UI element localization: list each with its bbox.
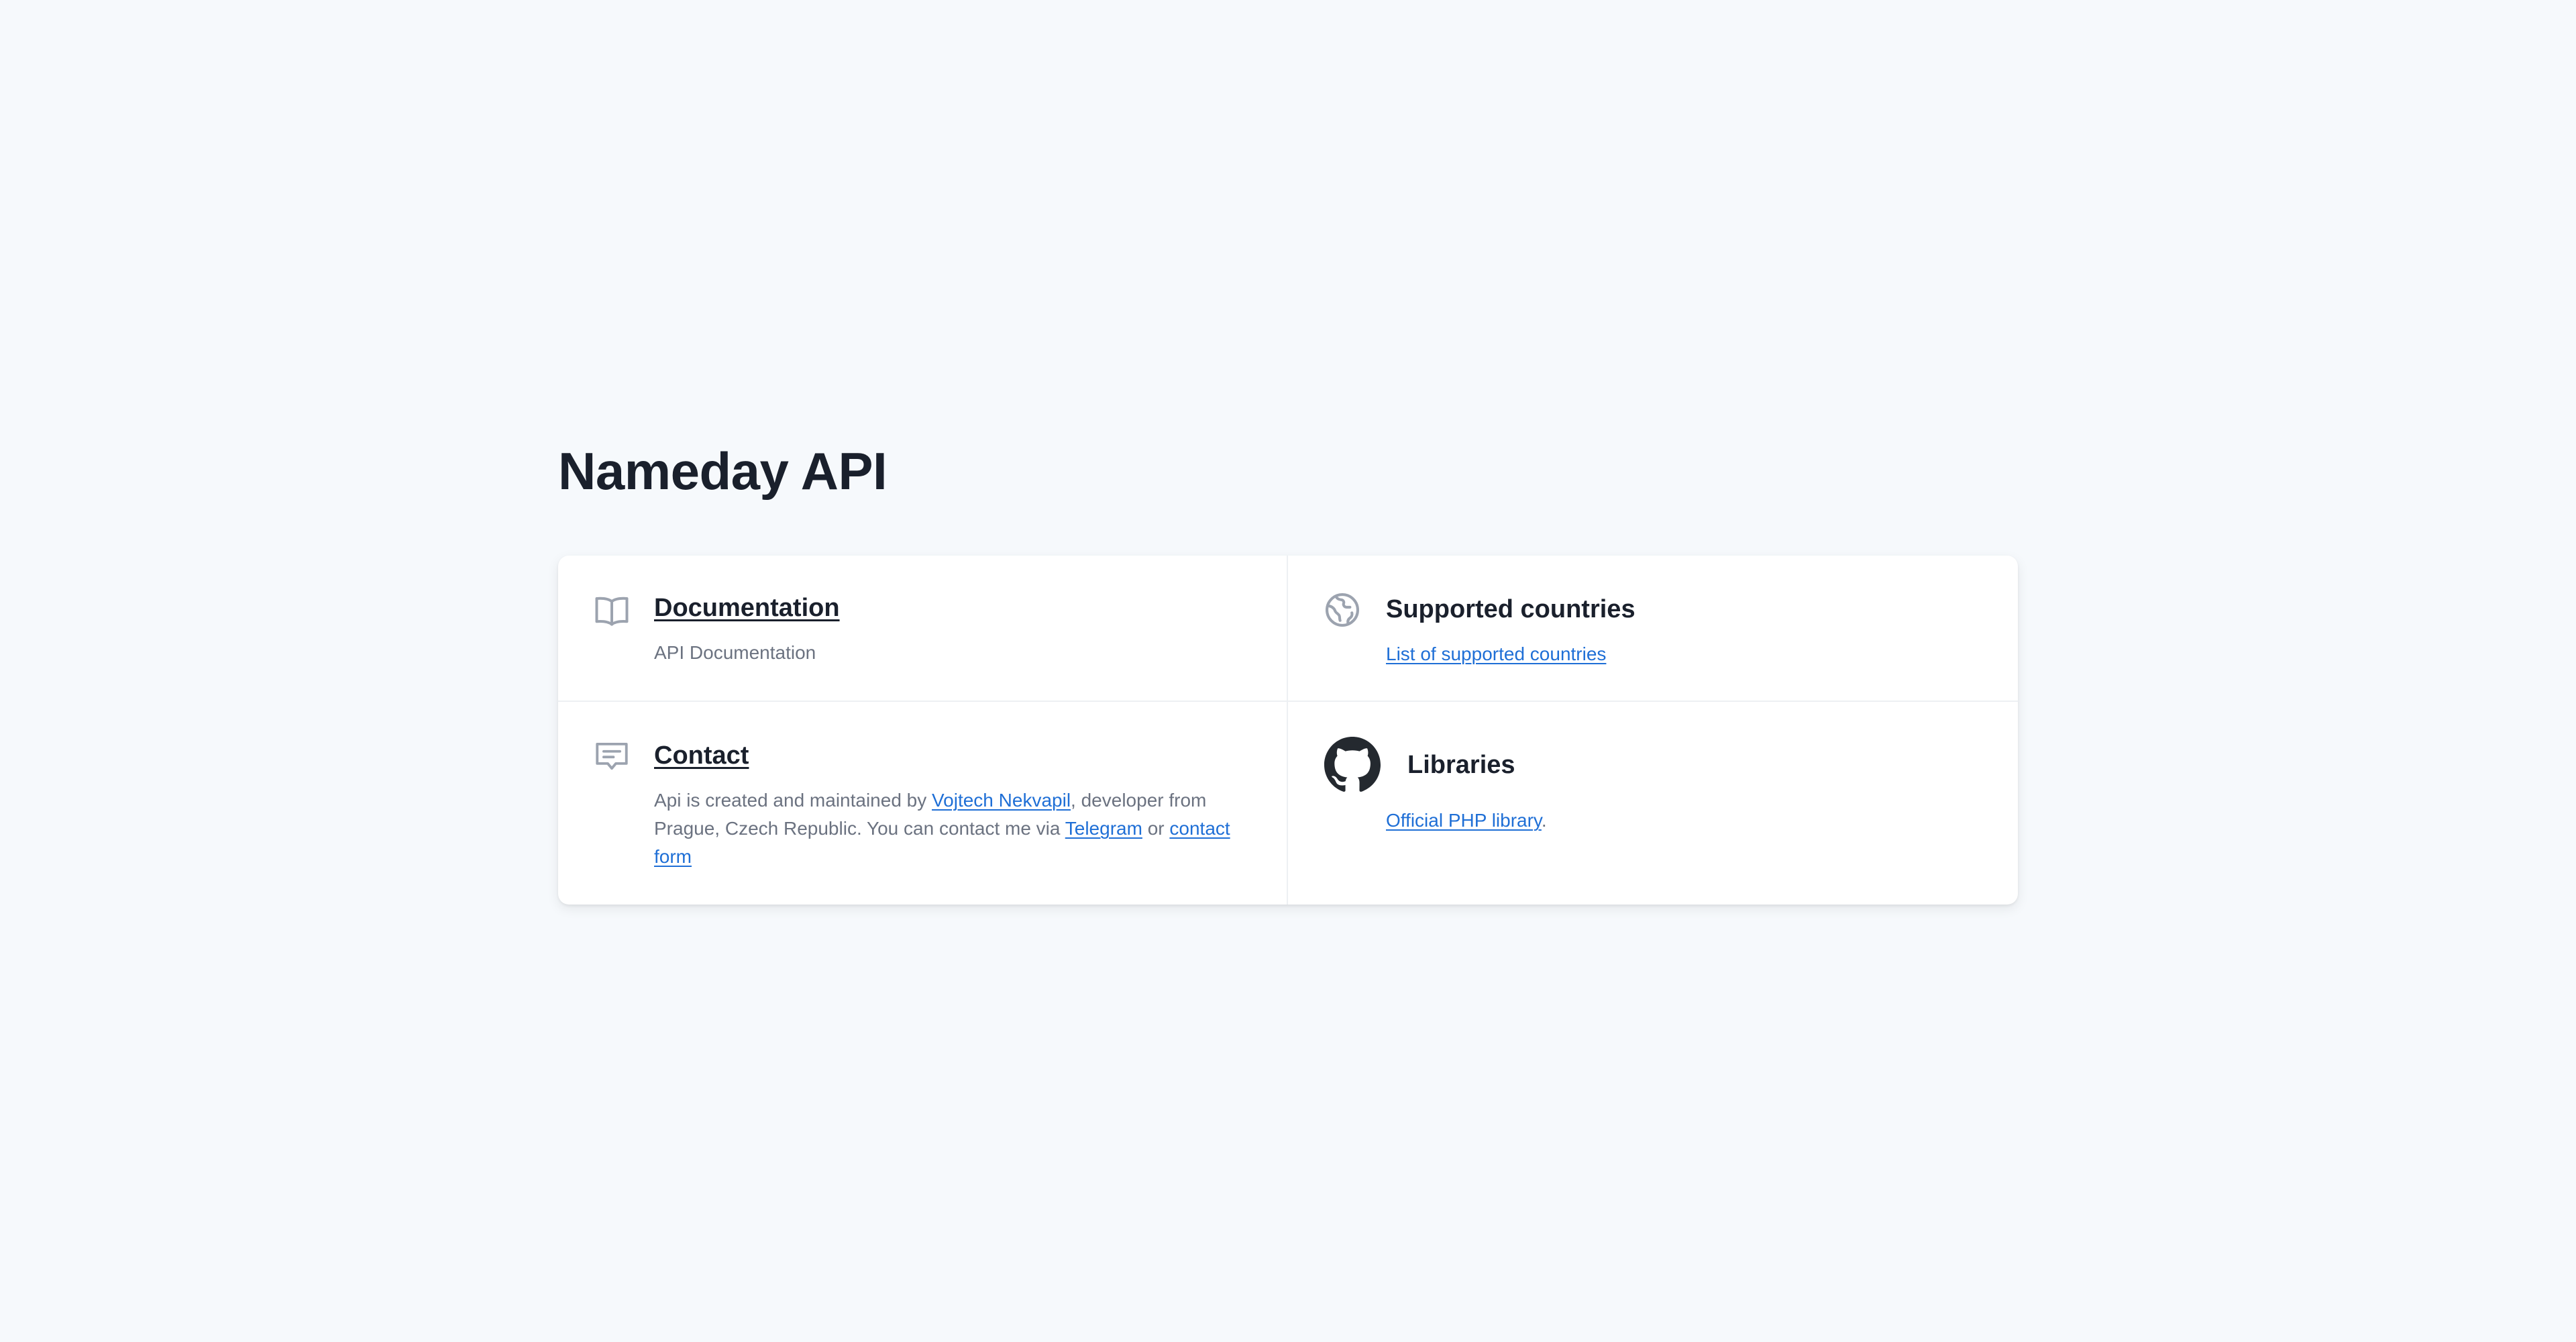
chat-icon [592,737,631,776]
supported-countries-title: Supported countries [1386,595,1635,623]
contact-section: Contact Api is created and maintained by… [558,702,1288,905]
features-card: Documentation API Documentation Supporte… [558,556,2018,905]
author-link[interactable]: Vojtech Nekvapil [932,790,1071,811]
libraries-section: Libraries Official PHP library. [1288,702,2018,905]
book-open-icon [592,590,632,631]
libraries-line: Official PHP library. [1386,807,1547,835]
contact-link[interactable]: Contact [654,739,749,772]
documentation-link[interactable]: Documentation [654,592,840,624]
supported-countries-link[interactable]: List of supported countries [1386,643,1606,664]
page-title: Nameday API [558,442,888,501]
libraries-suffix: . [1541,810,1547,831]
contact-description: Api is created and maintained by Vojtech… [654,786,1271,871]
telegram-link[interactable]: Telegram [1065,818,1142,839]
documentation-description: API Documentation [654,642,816,663]
php-library-link[interactable]: Official PHP library [1386,810,1542,831]
supported-countries-line: List of supported countries [1386,640,1606,668]
documentation-section: Documentation API Documentation [558,556,1288,702]
contact-text-intro: Api is created and maintained by [654,790,932,811]
libraries-title: Libraries [1407,751,1515,779]
contact-text-or: or [1142,818,1170,839]
github-icon [1324,737,1381,793]
globe-icon [1323,590,1362,629]
supported-countries-section: Supported countries List of supported co… [1288,556,2018,702]
